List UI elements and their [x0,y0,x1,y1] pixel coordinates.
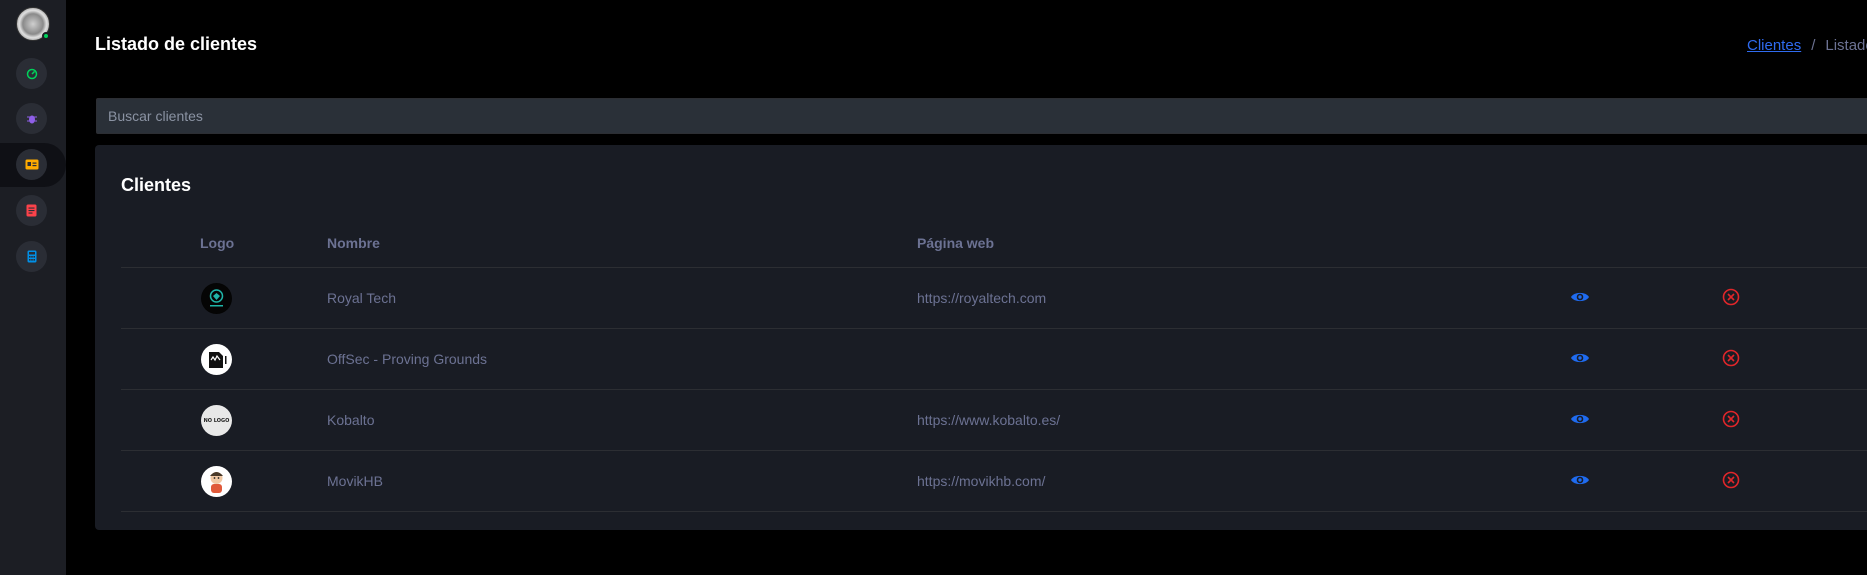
view-button[interactable] [1569,469,1591,491]
bug-icon [16,103,47,134]
delete-button[interactable] [1720,347,1742,369]
table-row: Royal Tech https://royaltech.com [121,268,1867,329]
breadcrumb-current: Listado [1825,37,1867,54]
client-name: Kobalto [327,412,375,428]
table-row: NO LOGO Kobalto https://www.kobalto.es/ [121,390,1867,451]
online-status-dot [42,32,50,40]
sidebar [0,0,66,575]
client-logo: NO LOGO [201,405,232,436]
table-header: Logo Nombre Página web [121,215,1867,268]
view-button[interactable] [1569,347,1591,369]
client-website[interactable]: https://www.kobalto.es/ [917,412,1060,428]
delete-button[interactable] [1720,408,1742,430]
delete-button[interactable] [1720,286,1742,308]
breadcrumb-separator: / [1811,37,1816,54]
clients-card: Clientes Logo Nombre Página web Royal Te… [95,145,1867,530]
sidebar-item-clients[interactable] [0,143,66,187]
delete-button[interactable] [1720,469,1742,491]
table-row: OffSec - Proving Grounds [121,329,1867,390]
client-name: MovikHB [327,473,384,489]
profile-avatar[interactable] [16,7,50,41]
column-header-name: Nombre [327,235,380,251]
view-button[interactable] [1569,286,1591,308]
sidebar-item-vulnerabilities[interactable] [0,97,66,141]
column-header-logo: Logo [200,235,235,251]
no-logo-text: NO LOGO [203,417,230,424]
client-website[interactable]: https://royaltech.com [917,290,1046,306]
card-title: Clientes [121,175,192,195]
sidebar-item-reports[interactable] [0,189,66,233]
document-icon [16,195,47,226]
breadcrumb: Clientes / Listado [1747,37,1867,54]
page-title: Listado de clientes [95,34,258,54]
client-logo [201,466,232,497]
client-logo [201,344,232,375]
client-name: OffSec - Proving Grounds [327,351,488,367]
contact-card-icon [16,149,47,180]
clients-table: Logo Nombre Página web Royal Tech https:… [121,215,1867,512]
search-input[interactable] [96,98,1867,134]
column-header-website: Página web [917,235,995,251]
calculator-icon [16,241,47,272]
client-website[interactable]: https://movikhb.com/ [917,473,1045,489]
table-row: MovikHB https://movikhb.com/ [121,451,1867,512]
sidebar-item-dashboard[interactable] [0,52,66,96]
breadcrumb-link-clients[interactable]: Clientes [1747,37,1801,54]
view-button[interactable] [1569,408,1591,430]
client-name: Royal Tech [327,290,397,306]
speedometer-icon [16,58,47,89]
client-logo [201,283,232,314]
sidebar-item-calculator[interactable] [0,235,66,279]
